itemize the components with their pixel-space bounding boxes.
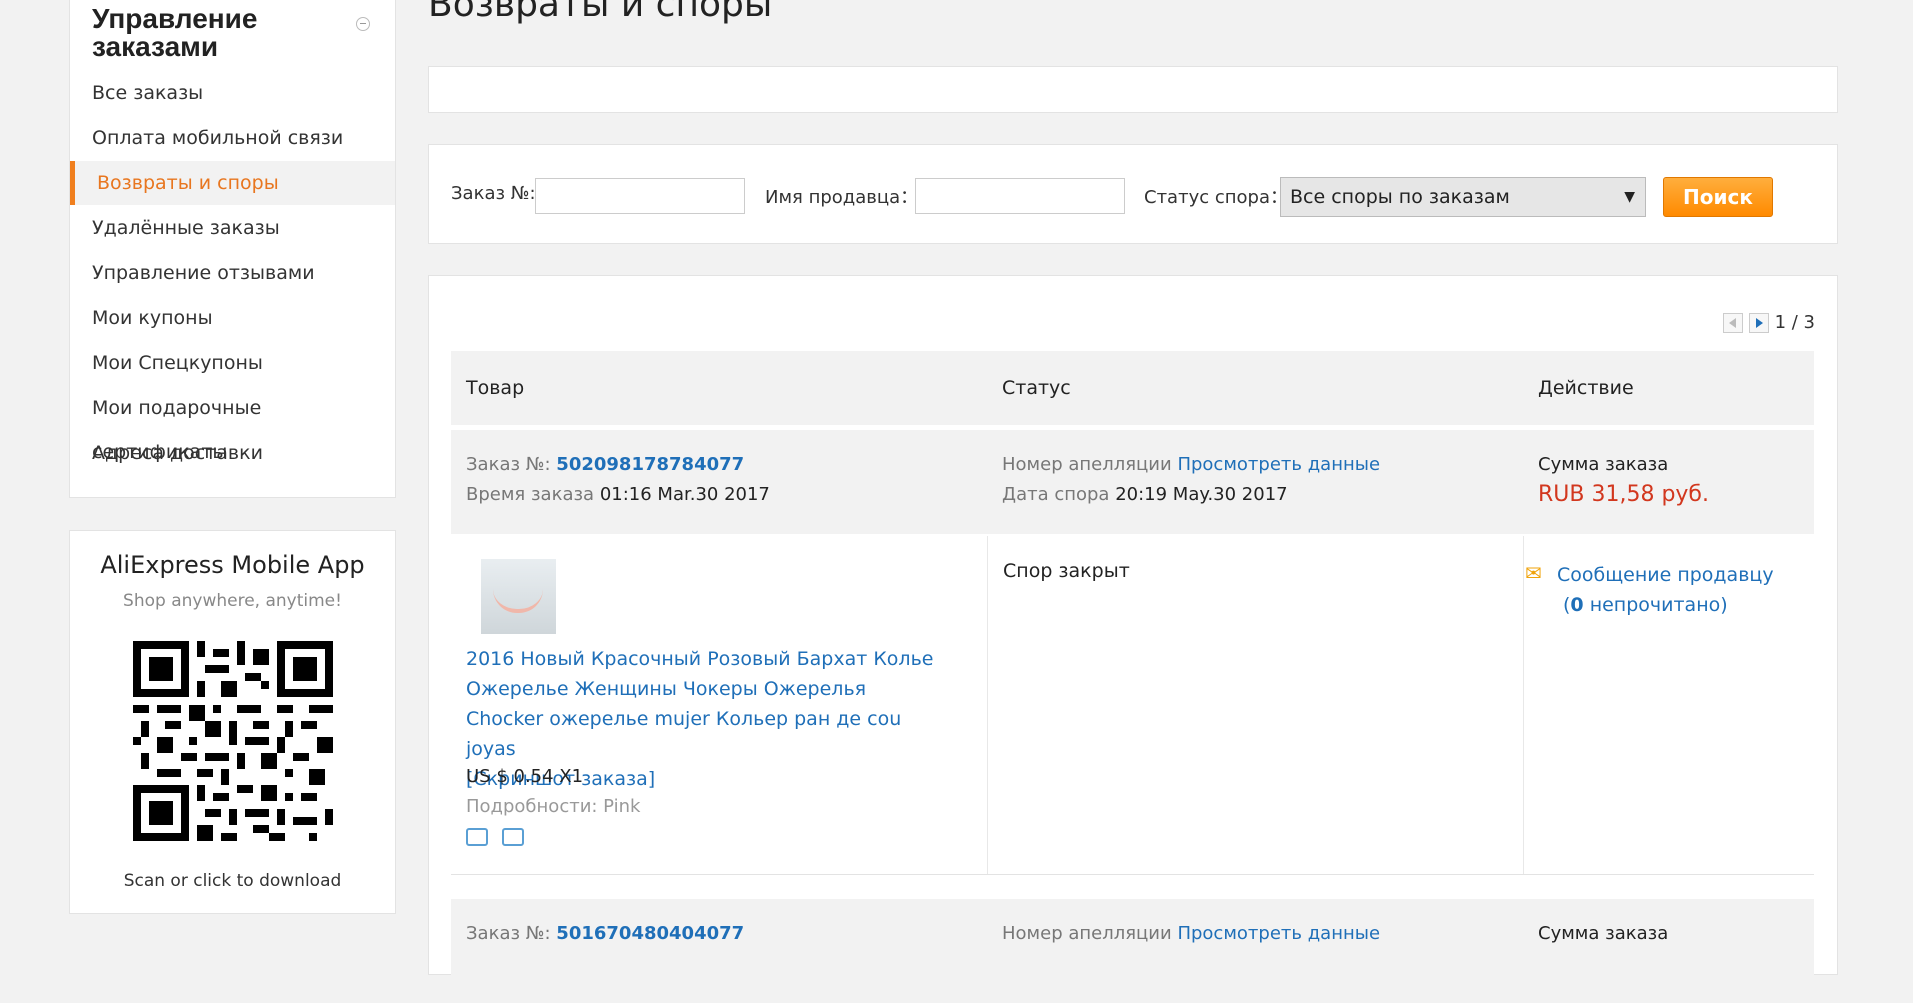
column-divider: [987, 536, 988, 874]
sidebar-item-reviews[interactable]: Управление отзывами: [70, 251, 395, 295]
seller-name-label: Имя продавца：: [765, 187, 919, 208]
appeal-label: Номер апелляции: [1002, 454, 1172, 475]
sidebar-item-all-orders[interactable]: Все заказы: [70, 71, 395, 115]
pagination: 1 / 3: [1722, 312, 1815, 333]
view-details-link[interactable]: Просмотреть данные: [1177, 454, 1380, 475]
dispute-status-label: Статус спора：: [1144, 187, 1288, 208]
column-divider: [1523, 536, 1524, 874]
header-action: Действие: [1538, 377, 1634, 399]
order-number-input[interactable]: [535, 178, 745, 214]
dispute-status-text: Спор закрыт: [1003, 560, 1130, 582]
qr-code[interactable]: [133, 641, 333, 841]
dispute-status-value: Все споры по заказам: [1290, 186, 1510, 208]
product-title-link[interactable]: 2016 Новый Красочный Розовый Бархат Коль…: [466, 648, 933, 760]
unread-suffix: непрочитано): [1583, 594, 1728, 616]
header-product: Товар: [466, 377, 525, 399]
sidebar-item-coupons[interactable]: Мои купоны: [70, 296, 395, 340]
dispute-date-value: 20:19 May.30 2017: [1115, 484, 1288, 505]
order-sum-label-text: Сумма заказа: [1538, 454, 1669, 475]
prev-page-icon[interactable]: [1722, 312, 1743, 333]
sidebar-item-gift-cards[interactable]: Мои подарочные сертификаты: [70, 386, 395, 463]
order-number-link[interactable]: 502098178784077: [556, 454, 744, 475]
order-number-line: Заказ №: 502098178784077: [466, 454, 744, 475]
envelope-icon: ✉: [1525, 561, 1542, 585]
order-sum-label: Сумма заказа: [1538, 923, 1668, 944]
sidebar-item-mobile-payment[interactable]: Оплата мобильной связи: [70, 116, 395, 160]
return-icon[interactable]: [502, 828, 524, 846]
next-page-icon[interactable]: [1748, 312, 1769, 333]
sidebar-item-returns-disputes[interactable]: Возвраты и споры: [70, 161, 395, 205]
order-row: 2016 Новый Красочный Розовый Бархат Коль…: [451, 536, 1814, 875]
product-price: US $ 0.54 X1: [466, 766, 584, 787]
appeal-line: Номер апелляции Просмотреть данные: [1002, 454, 1380, 475]
order-label: Заказ №:: [466, 923, 551, 944]
sidebar-menu: Управление заказами Все заказы Оплата мо…: [69, 0, 396, 498]
sidebar-item-deleted-orders[interactable]: Удалённые заказы: [70, 206, 395, 250]
truck-icon[interactable]: [466, 828, 488, 846]
sidebar-item-special-coupons[interactable]: Мои Спецкупоны: [70, 341, 395, 385]
filter-bar: Заказ №: Имя продавца： Статус спора： Все…: [428, 144, 1838, 244]
message-seller-block: Сообщение продавцу (0 непрочитано): [1557, 560, 1774, 620]
order-sum-label: Сумма заказа: [1538, 454, 1668, 475]
message-seller-link[interactable]: Сообщение продавцу: [1557, 564, 1774, 586]
app-download-text[interactable]: Scan or click to download: [70, 871, 395, 891]
unread-count-line[interactable]: (0 непрочитано): [1557, 594, 1728, 616]
order-header: Заказ №: 501670480404077 Номер апелляции…: [451, 899, 1814, 1003]
page-indicator: 1 / 3: [1774, 312, 1815, 333]
appeal-line: Номер апелляции Просмотреть данные: [1002, 923, 1380, 944]
product-thumbnail[interactable]: [481, 559, 556, 634]
app-promo-panel: AliExpress Mobile App Shop anywhere, any…: [69, 530, 396, 914]
page-title: Возвраты и споры: [428, 0, 773, 25]
minus-circle-icon[interactable]: [356, 17, 370, 31]
caret-down-icon: ▼: [1624, 189, 1635, 205]
unread-count: 0: [1570, 594, 1584, 616]
order-sum-label-text: Сумма заказа: [1538, 923, 1669, 944]
sidebar-item-addresses[interactable]: Адреса доставки: [70, 431, 395, 475]
disputes-list: 1 / 3 Товар Статус Действие Заказ №: 502…: [428, 275, 1838, 1003]
app-promo-title: AliExpress Mobile App: [100, 551, 365, 579]
sidebar-title: Управление заказами: [92, 3, 258, 62]
order-header: Заказ №: 502098178784077 Время заказа 01…: [451, 430, 1814, 534]
order-time-label: Время заказа: [466, 484, 595, 505]
order-number-line: Заказ №: 501670480404077: [466, 923, 744, 944]
search-button[interactable]: Поиск: [1663, 177, 1773, 217]
order-label: Заказ №:: [466, 454, 551, 475]
order-sum-value: RUB 31,58 руб.: [1538, 482, 1709, 507]
seller-name-input[interactable]: [915, 178, 1125, 214]
dispute-date-line: Дата спора 20:19 May.30 2017: [1002, 484, 1288, 505]
notice-box: [428, 66, 1838, 113]
order-time-line: Время заказа 01:16 Mar.30 2017: [466, 484, 770, 505]
appeal-label: Номер апелляции: [1002, 923, 1172, 944]
order-time-value: 01:16 Mar.30 2017: [599, 484, 770, 505]
order-sum-price: RUB 31,58 руб.: [1538, 482, 1709, 507]
table-header: Товар Статус Действие: [451, 351, 1814, 425]
order-number-label: Заказ №:: [451, 183, 536, 204]
order-number-link[interactable]: 501670480404077: [556, 923, 744, 944]
dispute-status-select[interactable]: Все споры по заказам ▼: [1280, 177, 1646, 217]
product-details: Подробности: Pink: [466, 796, 641, 817]
view-details-link[interactable]: Просмотреть данные: [1177, 923, 1380, 944]
app-promo-subtitle: Shop anywhere, anytime!: [123, 591, 342, 611]
dispute-date-label: Дата спора: [1002, 484, 1110, 505]
header-status: Статус: [1002, 377, 1071, 399]
